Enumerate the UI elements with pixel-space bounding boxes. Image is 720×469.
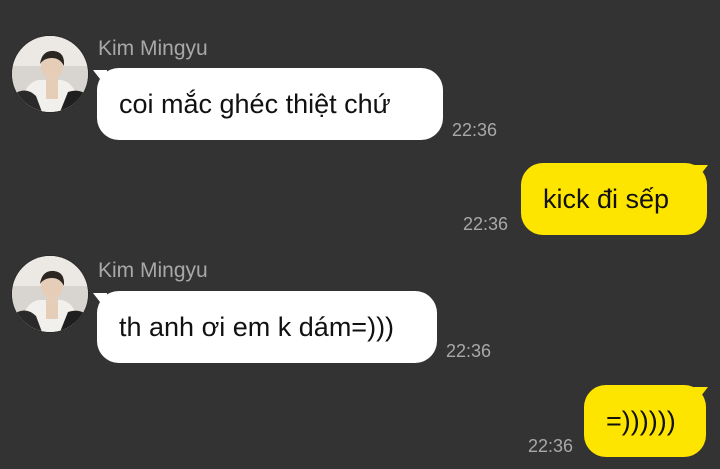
profile-photo-icon [12,36,88,112]
sender-name: Kim Mingyu [98,259,208,282]
message-text: kick đi sếp [543,184,670,214]
message-time: 22:36 [452,120,498,140]
message-time: 22:36 [463,214,509,234]
sender-name: Kim Mingyu [98,37,208,60]
message-text: coi mắc ghéc thiệt chứ [119,89,391,119]
message-time: 22:36 [446,341,492,361]
avatar[interactable] [12,36,88,112]
message-bubble-outgoing[interactable]: kick đi sếp [521,163,707,235]
message-bubble-incoming[interactable]: coi mắc ghéc thiệt chứ [97,68,443,140]
message-bubble-incoming[interactable]: th anh ơi em k dám=))) [97,291,437,363]
message-time: 22:36 [528,436,574,456]
message-text: th anh ơi em k dám=))) [119,312,395,342]
profile-photo-icon [12,256,88,332]
message-bubble-outgoing[interactable]: =)))))) [584,385,706,457]
message-text: =)))))) [606,406,676,436]
avatar[interactable] [12,256,88,332]
